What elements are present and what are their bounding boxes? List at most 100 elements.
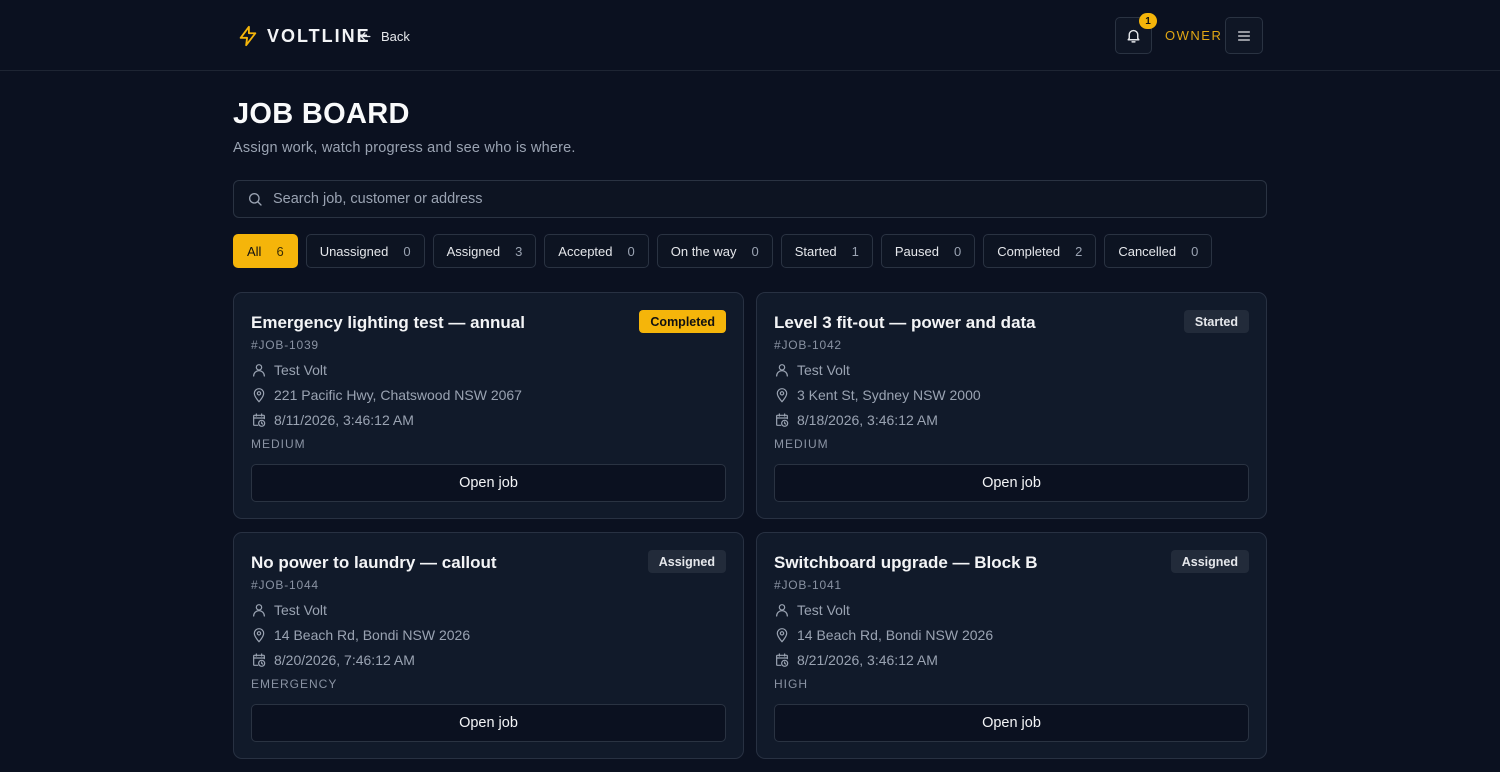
filter-count: 0 [751,243,759,259]
address-row: 221 Pacific Hwy, Chatswood NSW 2067 [251,385,522,405]
arrow-left-icon [360,31,371,41]
schedule-row: 8/21/2026, 3:46:12 AM [774,650,938,670]
job-address: 14 Beach Rd, Bondi NSW 2026 [274,627,471,643]
filter-completed[interactable]: Completed 2 [983,234,1097,268]
filter-started[interactable]: Started 1 [780,234,873,268]
job-priority: MEDIUM [251,437,306,451]
job-address: 14 Beach Rd, Bondi NSW 2026 [797,627,994,643]
search-icon [249,193,262,206]
calendar-clock-icon [776,653,789,667]
filter-label: Cancelled [1118,243,1177,259]
job-id: #JOB-1042 [774,338,842,352]
address-row: 14 Beach Rd, Bondi NSW 2026 [774,625,993,645]
filter-on-the-way[interactable]: On the way 0 [656,234,773,268]
job-priority: MEDIUM [774,437,829,451]
address-row: 14 Beach Rd, Bondi NSW 2026 [251,625,470,645]
address-row: 3 Kent St, Sydney NSW 2000 [774,385,981,405]
user-icon [253,604,265,617]
filter-all[interactable]: All 6 [233,234,298,268]
bell-icon [1127,29,1140,43]
page-title: JOB BOARD [233,98,410,130]
calendar-clock-icon [253,653,266,667]
job-scheduled-time: 8/11/2026, 3:46:12 AM [274,412,414,428]
customer-row: Test Volt [774,360,850,380]
schedule-row: 8/20/2026, 7:46:12 AM [251,650,415,670]
menu-button[interactable] [1225,17,1263,54]
job-address: 221 Pacific Hwy, Chatswood NSW 2067 [274,387,522,403]
status-badge: Assigned [647,550,726,573]
user-icon [253,364,265,377]
filter-label: Unassigned [319,243,389,259]
notification-count-badge: 1 [1139,13,1157,29]
page-subtitle: Assign work, watch progress and see who … [233,140,576,156]
map-pin-icon [776,388,788,403]
filter-label: Completed [997,243,1061,259]
map-pin-icon [776,628,788,643]
filter-paused[interactable]: Paused 0 [880,234,976,268]
filter-count: 6 [276,243,284,259]
filter-label: Assigned [446,243,501,259]
filter-accepted[interactable]: Accepted 0 [544,234,649,268]
filter-assigned[interactable]: Assigned 3 [432,234,537,268]
customer-row: Test Volt [774,600,850,620]
filter-count: 0 [953,243,962,259]
customer-row: Test Volt [251,600,327,620]
brand[interactable]: VOLTLINE [237,23,371,49]
filter-label: Accepted [558,243,613,259]
user-role: OWNER [1165,28,1223,43]
back-label: Back [381,28,410,44]
customer-row: Test Volt [251,360,327,380]
job-id: #JOB-1039 [251,338,319,352]
filter-count: 3 [515,243,523,259]
brand-name: VOLTLINE [267,25,371,46]
job-scheduled-time: 8/21/2026, 3:46:12 AM [797,652,938,668]
hamburger-menu-icon [1238,30,1250,41]
filter-label: Paused [894,243,939,259]
filter-cancelled[interactable]: Cancelled 0 [1104,234,1213,268]
open-job-button[interactable]: Open job [251,464,726,502]
calendar-clock-icon [776,413,789,427]
top-bar: VOLTLINE Back 1 OWNER [0,0,1500,71]
customer-name: Test Volt [797,602,850,618]
job-title: Level 3 fit-out — power and data [774,313,1036,332]
job-priority: HIGH [774,677,808,691]
filter-count: 0 [1191,243,1199,259]
status-badge: Completed [639,310,726,333]
user-icon [776,364,788,377]
job-address: 3 Kent St, Sydney NSW 2000 [797,387,981,403]
filter-count: 2 [1075,243,1083,259]
filter-label: Started [794,243,837,259]
job-title: Emergency lighting test — annual [251,313,525,332]
lightning-bolt-icon [239,25,257,47]
map-pin-icon [253,628,265,643]
filter-label: All [247,243,262,259]
job-title: Switchboard upgrade — Block B [774,553,1038,572]
status-filters: All 6 Unassigned 0 Assigned 3 Accepted 0… [233,234,1213,268]
open-job-button[interactable]: Open job [774,464,1249,502]
back-button[interactable]: Back [358,25,410,47]
map-pin-icon [253,388,265,403]
search-bar [233,180,1267,218]
search-input[interactable] [273,191,1266,207]
job-card: Emergency lighting test — annual #JOB-10… [233,292,744,519]
filter-count: 0 [627,243,635,259]
schedule-row: 8/11/2026, 3:46:12 AM [251,410,414,430]
filter-count: 0 [403,243,411,259]
filter-label: On the way [670,243,737,259]
job-card: Switchboard upgrade — Block B #JOB-1041 … [756,532,1267,759]
customer-name: Test Volt [274,362,327,378]
open-job-button[interactable]: Open job [251,704,726,742]
job-title: No power to laundry — callout [251,553,497,572]
job-card: Level 3 fit-out — power and data #JOB-10… [756,292,1267,519]
filter-unassigned[interactable]: Unassigned 0 [305,234,425,268]
job-scheduled-time: 8/20/2026, 7:46:12 AM [274,652,415,668]
notifications-button[interactable]: 1 [1115,13,1157,54]
status-badge: Assigned [1170,550,1249,573]
calendar-clock-icon [253,413,266,427]
customer-name: Test Volt [797,362,850,378]
job-id: #JOB-1044 [251,578,319,592]
job-priority: EMERGENCY [251,677,338,691]
filter-count: 1 [851,243,859,259]
job-scheduled-time: 8/18/2026, 3:46:12 AM [797,412,938,428]
open-job-button[interactable]: Open job [774,704,1249,742]
